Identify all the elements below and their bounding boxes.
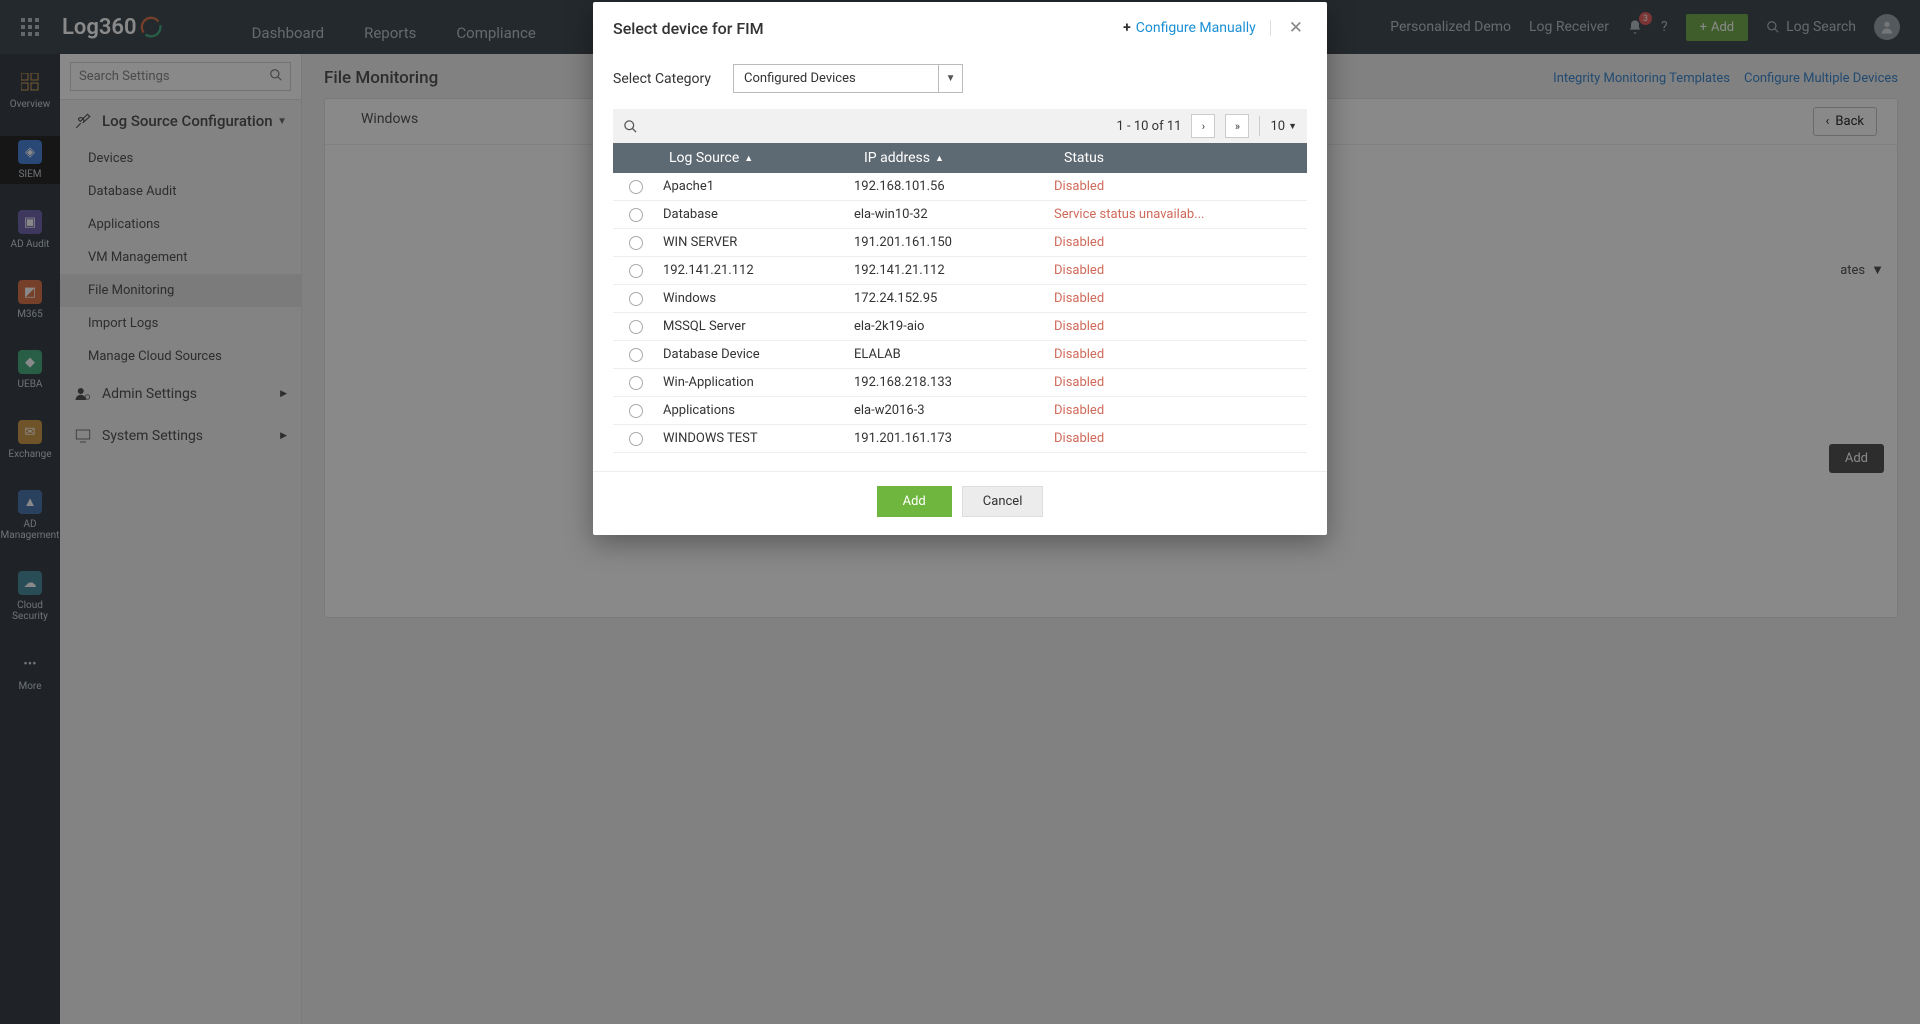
table-row[interactable]: Win-Application192.168.218.133Disabled <box>613 369 1307 397</box>
table-row[interactable]: MSSQL Serverela-2k19-aioDisabled <box>613 313 1307 341</box>
divider <box>1270 20 1271 36</box>
sort-asc-icon: ▲ <box>744 153 753 164</box>
table-row[interactable]: 192.141.21.112192.141.21.112Disabled <box>613 257 1307 285</box>
row-logsource: Applications <box>659 403 854 418</box>
row-status: Disabled <box>1054 235 1307 250</box>
row-logsource: MSSQL Server <box>659 319 854 334</box>
row-logsource: Windows <box>659 291 854 306</box>
row-ip: 192.141.21.112 <box>854 263 1054 278</box>
row-status: Disabled <box>1054 375 1307 390</box>
row-logsource: WINDOWS TEST <box>659 431 854 446</box>
chevron-down-icon: ▼ <box>1288 121 1297 132</box>
table-row[interactable]: Applicationsela-w2016-3Disabled <box>613 397 1307 425</box>
row-ip: ela-2k19-aio <box>854 319 1054 334</box>
row-status: Disabled <box>1054 179 1307 194</box>
row-ip: 192.168.218.133 <box>854 375 1054 390</box>
close-icon[interactable]: ✕ <box>1285 16 1307 40</box>
table-row[interactable]: Database DeviceELALABDisabled <box>613 341 1307 369</box>
modal-footer: Add Cancel <box>593 471 1327 535</box>
row-logsource: Database <box>659 207 854 222</box>
modal-add-button[interactable]: Add <box>877 486 952 517</box>
row-ip: 172.24.152.95 <box>854 291 1054 306</box>
row-status: Service status unavailab... <box>1054 207 1307 222</box>
configure-manually-link[interactable]: + Configure Manually <box>1123 20 1256 36</box>
row-logsource: Win-Application <box>659 375 854 390</box>
category-select[interactable]: Configured Devices ▼ <box>733 64 963 93</box>
col-ip[interactable]: IP address ▲ <box>854 150 1054 166</box>
page-size-select[interactable]: 10 ▼ <box>1270 119 1297 134</box>
table-row[interactable]: Windows172.24.152.95Disabled <box>613 285 1307 313</box>
table-search-icon[interactable] <box>623 119 638 134</box>
row-radio[interactable] <box>613 292 659 306</box>
row-radio[interactable] <box>613 320 659 334</box>
row-status: Disabled <box>1054 403 1307 418</box>
table-row[interactable]: Apache1192.168.101.56Disabled <box>613 173 1307 201</box>
row-logsource: WIN SERVER <box>659 235 854 250</box>
category-row: Select Category Configured Devices ▼ <box>593 50 1327 109</box>
row-logsource: 192.141.21.112 <box>659 263 854 278</box>
category-value: Configured Devices <box>744 71 856 86</box>
modal-header: Select device for FIM + Configure Manual… <box>593 2 1327 50</box>
pagination-label: 1 - 10 of 11 <box>1116 119 1181 134</box>
modal-title: Select device for FIM <box>613 19 764 38</box>
row-radio[interactable] <box>613 180 659 194</box>
table-header: Log Source ▲ IP address ▲ Status <box>613 143 1307 173</box>
modal-cancel-button[interactable]: Cancel <box>962 486 1044 517</box>
row-radio[interactable] <box>613 432 659 446</box>
row-radio[interactable] <box>613 264 659 278</box>
row-radio[interactable] <box>613 348 659 362</box>
row-logsource: Apache1 <box>659 179 854 194</box>
table-row[interactable]: WINDOWS TEST191.201.161.173Disabled <box>613 425 1307 453</box>
next-page-icon[interactable]: › <box>1191 114 1215 138</box>
table-toolbar: 1 - 10 of 11 › » 10 ▼ <box>613 109 1307 143</box>
table-row[interactable]: Databaseela-win10-32Service status unava… <box>613 201 1307 229</box>
page-size-value: 10 <box>1270 119 1285 134</box>
plus-icon: + <box>1123 20 1131 36</box>
row-status: Disabled <box>1054 319 1307 334</box>
row-ip: ELALAB <box>854 347 1054 362</box>
select-category-label: Select Category <box>613 71 711 87</box>
configure-manually-label: Configure Manually <box>1136 20 1256 36</box>
col-status[interactable]: Status <box>1054 150 1307 166</box>
col-logsource[interactable]: Log Source ▲ <box>659 150 854 166</box>
table-row[interactable]: WIN SERVER191.201.161.150Disabled <box>613 229 1307 257</box>
table-wrap: 1 - 10 of 11 › » 10 ▼ Log Source ▲ IP ad… <box>593 109 1327 471</box>
divider <box>1259 116 1260 136</box>
row-radio[interactable] <box>613 208 659 222</box>
row-ip: 192.168.101.56 <box>854 179 1054 194</box>
chevron-down-icon: ▼ <box>938 65 962 92</box>
select-device-modal: Select device for FIM + Configure Manual… <box>593 2 1327 535</box>
row-ip: 191.201.161.173 <box>854 431 1054 446</box>
row-radio[interactable] <box>613 236 659 250</box>
row-logsource: Database Device <box>659 347 854 362</box>
row-ip: ela-win10-32 <box>854 207 1054 222</box>
row-radio[interactable] <box>613 404 659 418</box>
last-page-icon[interactable]: » <box>1225 114 1249 138</box>
row-radio[interactable] <box>613 376 659 390</box>
row-ip: ela-w2016-3 <box>854 403 1054 418</box>
row-status: Disabled <box>1054 263 1307 278</box>
row-status: Disabled <box>1054 431 1307 446</box>
row-status: Disabled <box>1054 347 1307 362</box>
row-ip: 191.201.161.150 <box>854 235 1054 250</box>
sort-asc-icon: ▲ <box>935 153 944 164</box>
row-status: Disabled <box>1054 291 1307 306</box>
table-body: Apache1192.168.101.56DisabledDatabaseela… <box>613 173 1307 453</box>
